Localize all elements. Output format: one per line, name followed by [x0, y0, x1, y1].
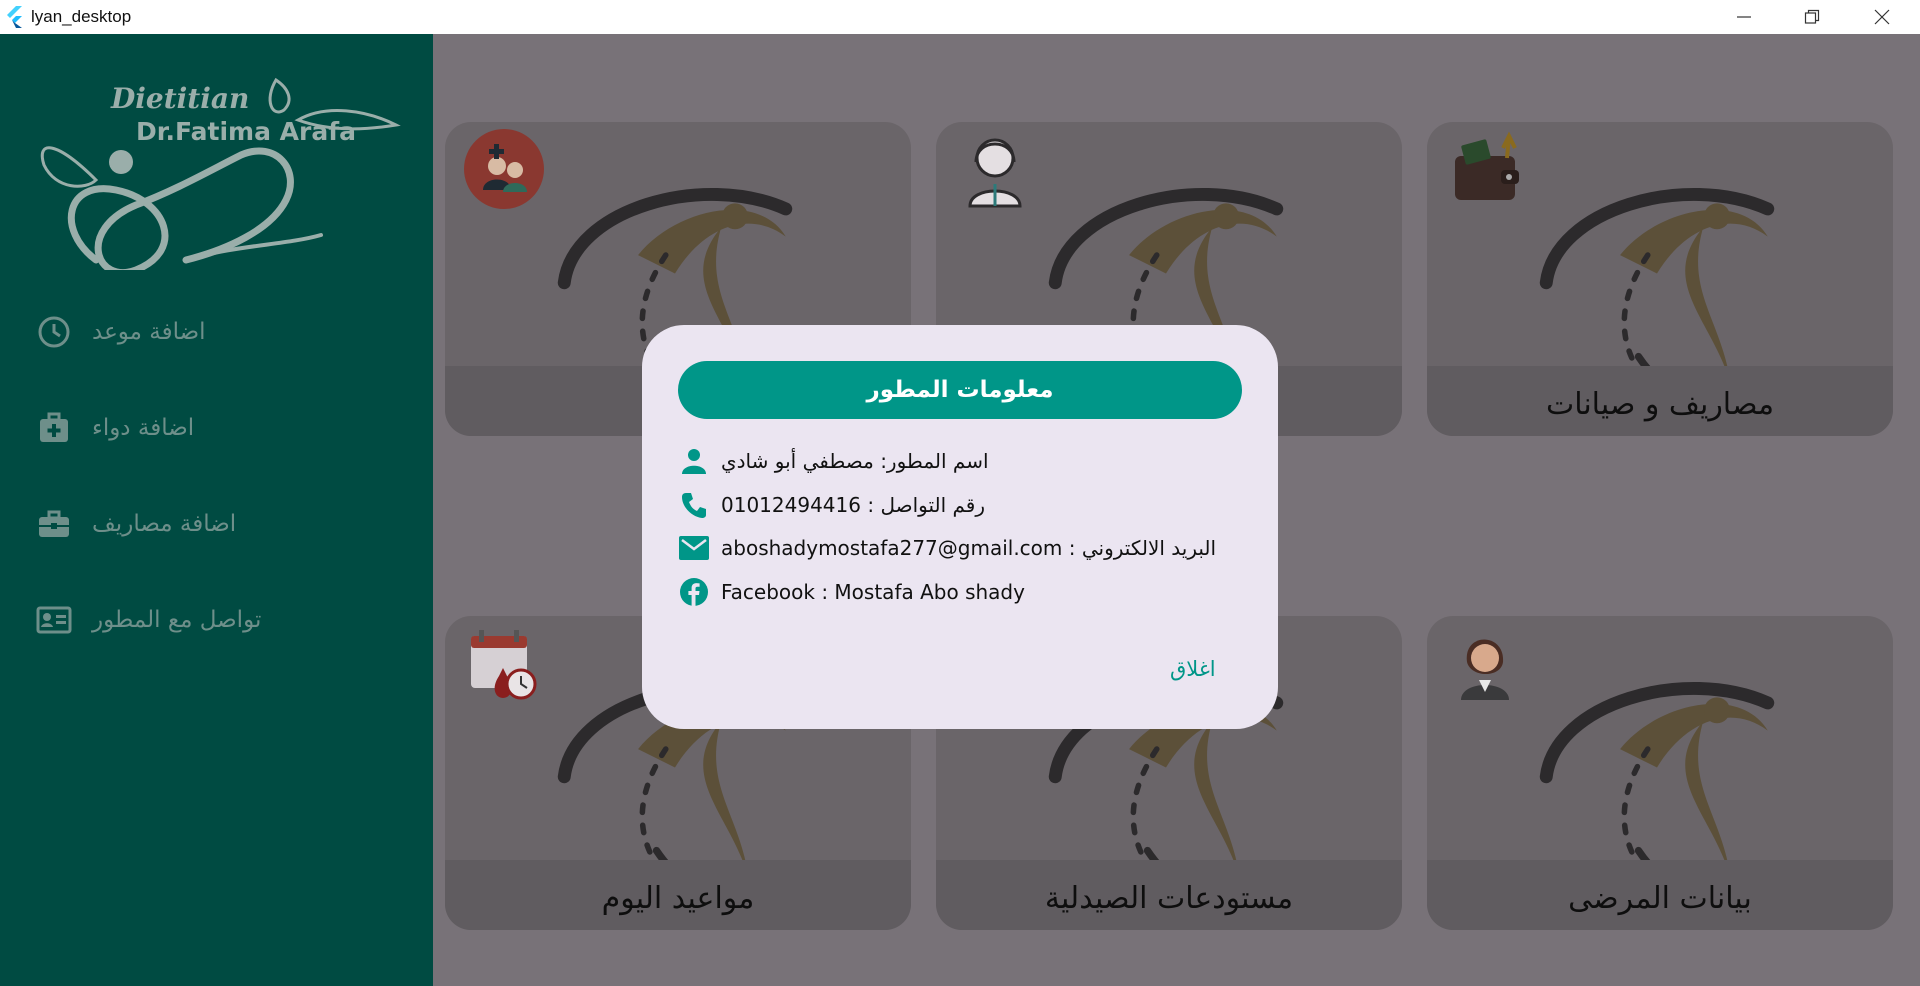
close-window-button[interactable] [1848, 0, 1916, 34]
close-icon [1874, 9, 1890, 25]
nav-add-medicine[interactable]: اضافة دواء [36, 408, 194, 448]
nav-contact-developer[interactable]: تواصل مع المطور [36, 600, 261, 640]
dialog-title: معلومات المطور [678, 361, 1242, 419]
card-expenses-maintenance[interactable]: مصاريف و صيانات [1427, 122, 1893, 436]
flutter-logo-icon [7, 6, 22, 28]
nav-add-appointment[interactable]: اضافة موعد [36, 312, 206, 352]
developer-email-row: البريد الالكتروني : aboshadymostafa277@g… [678, 530, 1216, 566]
restore-button[interactable] [1778, 0, 1846, 34]
logo-line1: Dietitian [110, 82, 249, 115]
person-icon [678, 445, 710, 477]
phone-icon [678, 489, 710, 521]
calendar-icon [471, 630, 537, 700]
developer-name-row: اسم المطور: مصطفي أبو شادي [678, 443, 989, 479]
card-label: بيانات المرضى [1568, 881, 1752, 916]
developer-facebook-text: Facebook : Mostafa Abo shady [721, 580, 1025, 604]
card-label: مصاريف و صيانات [1545, 387, 1775, 422]
add-patient-icon [464, 129, 544, 209]
developer-phone-row: رقم التواصل : 01012494416 [678, 487, 985, 523]
nav-label: اضافة مصاريف [92, 511, 237, 537]
wallet-icon [1455, 131, 1519, 200]
card-label: مواعيد اليوم [601, 881, 755, 916]
patient-icon [1461, 639, 1509, 700]
card-label: مستودعات الصيدلية [1044, 881, 1294, 916]
developer-phone-text: رقم التواصل : 01012494416 [721, 493, 986, 517]
card-patients-data[interactable]: بيانات المرضى [1427, 616, 1893, 930]
developer-name-text: اسم المطور: مصطفي أبو شادي [721, 449, 989, 473]
medical-bag-icon [36, 410, 72, 446]
restore-icon [1804, 9, 1820, 24]
window-title: lyan_desktop [31, 7, 132, 26]
nav-label: اضافة دواء [92, 415, 195, 441]
clinic-logo: Dietitian Dr.Fatima Arafa [40, 77, 401, 270]
sidebar: Dietitian Dr.Fatima Arafa اضافة موعد اضا… [0, 34, 433, 986]
minimize-icon [1737, 16, 1751, 18]
nav-label: تواصل مع المطور [92, 607, 262, 633]
nav-label: اضافة موعد [92, 319, 206, 345]
developer-email-text: البريد الالكتروني : aboshadymostafa277@g… [721, 536, 1217, 560]
briefcase-icon [36, 506, 72, 542]
developer-info-dialog: معلومات المطور اسم المطور: مصطفي أبو شاد… [642, 325, 1278, 729]
minimize-button[interactable] [1710, 0, 1778, 34]
dialog-close-button[interactable]: اغلاق [1170, 657, 1216, 681]
doctor-icon [968, 138, 1022, 208]
email-icon [678, 532, 710, 564]
clock-icon [36, 314, 72, 350]
logo-line2: Dr.Fatima Arafa [136, 117, 356, 146]
title-bar: lyan_desktop [0, 0, 1920, 34]
nav-add-expenses[interactable]: اضافة مصاريف [36, 504, 236, 544]
facebook-icon [678, 576, 710, 608]
developer-facebook-row: Facebook : Mostafa Abo shady [678, 574, 1025, 610]
contact-card-icon [36, 602, 72, 638]
